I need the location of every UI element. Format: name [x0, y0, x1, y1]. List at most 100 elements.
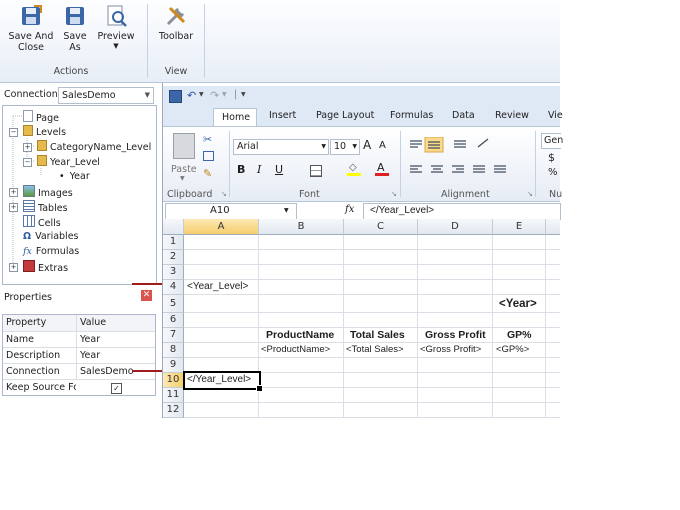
- column-header-a[interactable]: A: [184, 219, 259, 235]
- cell-b7[interactable]: ProductName: [266, 328, 334, 342]
- tab-page-layout[interactable]: Page Layout: [316, 110, 374, 121]
- tree-item-year[interactable]: • Year: [59, 170, 90, 184]
- column-header-f[interactable]: [546, 219, 560, 235]
- font-size-select[interactable]: 10 ▼: [330, 139, 360, 155]
- cell-c8[interactable]: <Total Sales>: [346, 343, 404, 357]
- tree-item-formulas[interactable]: fx Formulas: [23, 245, 79, 259]
- level-icon: [37, 155, 47, 166]
- customize-qat-icon[interactable]: ▼: [241, 91, 246, 98]
- connection-select[interactable]: SalesDemo ▼: [58, 87, 154, 104]
- cell-d7[interactable]: Gross Profit: [425, 328, 486, 342]
- tree-item-levels[interactable]: Levels: [23, 125, 66, 139]
- tab-data[interactable]: Data: [452, 110, 475, 121]
- column-header-b[interactable]: B: [259, 219, 344, 235]
- undo-icon[interactable]: ↶: [187, 89, 196, 102]
- currency-button[interactable]: $: [548, 151, 555, 164]
- row-header[interactable]: 8: [163, 343, 184, 358]
- close-icon[interactable]: ✕: [141, 290, 152, 301]
- tree-item-images[interactable]: Images: [23, 185, 73, 199]
- cell-a4[interactable]: <Year_Level>: [187, 280, 248, 294]
- row-header[interactable]: 12: [163, 403, 184, 418]
- cell-d8[interactable]: <Gross Profit>: [420, 343, 481, 357]
- expand-icon[interactable]: +: [9, 263, 18, 272]
- tab-review[interactable]: Review: [495, 110, 529, 121]
- grow-font-button[interactable]: A: [363, 138, 371, 152]
- collapse-icon[interactable]: −: [9, 128, 18, 137]
- preview-button[interactable]: Preview ▼: [96, 4, 136, 50]
- shrink-font-button[interactable]: A: [379, 140, 386, 151]
- redo-icon[interactable]: ↷: [210, 89, 219, 102]
- column-header-c[interactable]: C: [344, 219, 418, 235]
- property-row[interactable]: Name Year: [3, 331, 155, 348]
- tree-item-page[interactable]: Page: [23, 110, 59, 124]
- tree-item-categoryname-level[interactable]: CategoryName_Level: [37, 140, 151, 154]
- collapse-icon[interactable]: −: [23, 158, 32, 167]
- underline-button[interactable]: U: [275, 163, 283, 176]
- expand-icon[interactable]: +: [9, 203, 18, 212]
- column-header-d[interactable]: D: [418, 219, 493, 235]
- dialog-launcher-icon[interactable]: ↘: [527, 190, 533, 198]
- name-box[interactable]: A10 ▼: [165, 203, 297, 220]
- borders-icon[interactable]: [310, 165, 322, 177]
- save-icon[interactable]: [169, 90, 182, 103]
- ribbon-divider: [204, 4, 205, 78]
- tab-insert[interactable]: Insert: [269, 110, 296, 121]
- save-as-button[interactable]: Save As: [60, 4, 90, 53]
- fill-color-button[interactable]: ◇: [347, 162, 361, 176]
- expand-icon[interactable]: +: [23, 143, 32, 152]
- alignment-icons[interactable]: [408, 137, 520, 181]
- paste-button[interactable]: Paste ▼: [169, 131, 199, 182]
- tree-item-variables[interactable]: Ω Variables: [23, 230, 79, 244]
- row-header[interactable]: 7: [163, 328, 184, 343]
- bold-button[interactable]: B: [237, 163, 245, 176]
- selected-cell-a10[interactable]: </Year_Level>: [183, 371, 263, 392]
- italic-button[interactable]: I: [257, 163, 261, 176]
- fx-icon[interactable]: fx: [345, 204, 354, 215]
- gridline: [184, 264, 560, 265]
- row-header[interactable]: 6: [163, 313, 184, 328]
- cell-e8[interactable]: <GP%>: [496, 343, 529, 357]
- tree-item-year-level[interactable]: Year_Level: [37, 155, 100, 169]
- cell-c7[interactable]: Total Sales: [350, 328, 405, 342]
- row-header[interactable]: 9: [163, 358, 184, 373]
- tree-item-extras[interactable]: Extras: [23, 260, 68, 274]
- font-color-button[interactable]: A: [375, 161, 389, 176]
- dialog-launcher-icon[interactable]: ↘: [391, 190, 397, 198]
- save-and-close-button[interactable]: Save And Close: [6, 4, 56, 53]
- font-name-select[interactable]: Arial ▼: [233, 139, 329, 155]
- copy-icon[interactable]: [203, 151, 214, 161]
- property-value[interactable]: Year: [76, 332, 156, 348]
- cell-e7[interactable]: GP%: [507, 328, 532, 342]
- property-row[interactable]: Description Year: [3, 347, 155, 364]
- property-row[interactable]: Keep Source Fo ✓: [3, 379, 155, 396]
- cut-icon[interactable]: ✂: [203, 133, 212, 146]
- dialog-launcher-icon[interactable]: ↘: [221, 190, 227, 198]
- row-header[interactable]: 5: [163, 295, 184, 313]
- toolbar-button[interactable]: Toolbar: [154, 4, 198, 42]
- row-header[interactable]: 10: [163, 373, 184, 388]
- tree-item-tables[interactable]: Tables: [23, 200, 68, 214]
- properties-title: Properties: [4, 292, 53, 303]
- row-header[interactable]: 3: [163, 265, 184, 280]
- percent-button[interactable]: %: [548, 167, 558, 178]
- cell-e5[interactable]: <Year>: [499, 297, 537, 311]
- tab-view[interactable]: Vie: [548, 110, 563, 121]
- format-painter-icon[interactable]: ✎: [203, 167, 212, 180]
- row-header[interactable]: 4: [163, 280, 184, 295]
- view-group-label: View: [164, 66, 188, 77]
- chevron-down-icon[interactable]: ▼: [199, 91, 204, 98]
- formula-input[interactable]: </Year_Level>: [363, 203, 561, 220]
- tree-item-cells[interactable]: Cells: [23, 215, 61, 229]
- tab-formulas[interactable]: Formulas: [390, 110, 433, 121]
- row-header[interactable]: 2: [163, 250, 184, 265]
- row-header[interactable]: 1: [163, 235, 184, 250]
- row-header[interactable]: 11: [163, 388, 184, 403]
- fill-handle[interactable]: [256, 385, 263, 392]
- number-format-select[interactable]: Gen: [541, 133, 563, 149]
- keep-source-checkbox[interactable]: ✓: [111, 383, 122, 394]
- expand-icon[interactable]: +: [9, 188, 18, 197]
- select-all-corner[interactable]: [163, 219, 184, 235]
- column-header-e[interactable]: E: [493, 219, 546, 235]
- cell-b8[interactable]: <ProductName>: [261, 343, 330, 357]
- property-value[interactable]: Year: [76, 348, 156, 364]
